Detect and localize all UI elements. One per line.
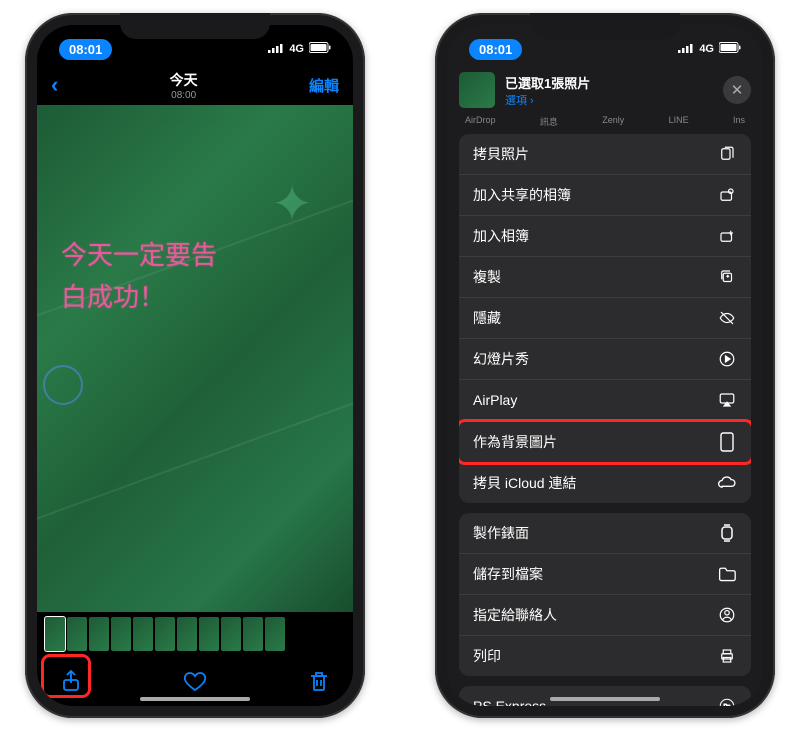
copy-photo-icon — [717, 144, 737, 164]
home-indicator[interactable] — [550, 697, 660, 701]
action-ps-express[interactable]: PS Express Ps — [459, 686, 751, 706]
action-icloud-link[interactable]: 拷貝 iCloud 連結 — [459, 463, 751, 503]
thumbnail[interactable] — [221, 617, 241, 651]
thumbnail-strip[interactable] — [37, 612, 353, 656]
nav-title: 今天 08:00 — [170, 70, 198, 101]
iphone-right: 08:01 4G 已選取1張照片 選項 › ✕ — [435, 13, 775, 718]
close-icon[interactable]: ✕ — [723, 76, 751, 104]
hide-icon — [717, 308, 737, 328]
battery-icon — [719, 42, 741, 56]
share-title: 已選取1張照片 — [505, 73, 713, 92]
thumbnail[interactable] — [45, 617, 65, 651]
network-label: 4G — [289, 43, 304, 55]
action-group-1: 拷貝照片 加入共享的相簿 加入相簿 複製 — [459, 134, 751, 503]
icloud-link-icon — [717, 473, 737, 493]
thumbnail[interactable] — [199, 617, 219, 651]
share-options-link[interactable]: 選項 › — [505, 92, 713, 108]
action-duplicate[interactable]: 複製 — [459, 257, 751, 298]
selected-photo-thumb — [459, 72, 495, 108]
chalk-star: ✦ — [271, 175, 313, 233]
watchface-icon — [717, 523, 737, 543]
action-slideshow[interactable]: 幻燈片秀 — [459, 339, 751, 380]
shared-album-icon — [717, 185, 737, 205]
wallpaper-icon — [717, 432, 737, 452]
action-shared-album[interactable]: 加入共享的相簿 — [459, 175, 751, 216]
print-icon — [717, 646, 737, 666]
action-save-files[interactable]: 儲存到檔案 — [459, 554, 751, 595]
photo-content[interactable]: ✦ 今天一定要告 白成功！ — [37, 105, 353, 612]
action-set-wallpaper[interactable]: 作為背景圖片 — [459, 419, 751, 465]
action-hide[interactable]: 隱藏 — [459, 298, 751, 339]
action-copy-photo[interactable]: 拷貝照片 — [459, 134, 751, 175]
thumbnail[interactable] — [177, 617, 197, 651]
trash-icon[interactable] — [307, 669, 331, 693]
action-assign-contact[interactable]: 指定給聯絡人 — [459, 595, 751, 636]
action-group-3: PS Express Ps — [459, 686, 751, 706]
app-zenly[interactable]: Zenly — [602, 115, 624, 128]
thumbnail[interactable] — [243, 617, 263, 651]
app-instagram[interactable]: Ins — [733, 115, 745, 128]
thumbnail[interactable] — [111, 617, 131, 651]
signal-icon — [678, 43, 694, 56]
favorite-icon[interactable] — [183, 669, 207, 693]
action-airplay[interactable]: AirPlay — [459, 380, 751, 421]
app-line[interactable]: LINE — [669, 115, 689, 128]
assign-contact-icon — [717, 605, 737, 625]
svg-text:Ps: Ps — [723, 704, 730, 706]
iphone-left: 08:01 4G ‹ 今天 08:00 編輯 ✦ — [25, 13, 365, 718]
photo-handwriting: 今天一定要告 白成功！ — [61, 235, 329, 318]
ps-express-icon: Ps — [717, 696, 737, 706]
network-label: 4G — [699, 43, 714, 55]
slideshow-icon — [717, 349, 737, 369]
chalk-smiley — [43, 365, 83, 405]
thumbnail[interactable] — [265, 617, 285, 651]
status-time: 08:01 — [469, 39, 522, 60]
edit-button[interactable]: 編輯 — [309, 75, 339, 96]
duplicate-icon — [717, 267, 737, 287]
app-airdrop[interactable]: AirDrop — [465, 115, 496, 128]
thumbnail[interactable] — [67, 617, 87, 651]
thumbnail[interactable] — [133, 617, 153, 651]
app-share-row: AirDrop 訊息 Zenly LINE Ins — [447, 115, 763, 134]
back-chevron-icon[interactable]: ‹ — [51, 72, 58, 98]
save-files-icon — [717, 564, 737, 584]
annotation-highlight-share — [41, 654, 91, 698]
home-indicator[interactable] — [140, 697, 250, 701]
add-album-icon — [717, 226, 737, 246]
action-add-album[interactable]: 加入相簿 — [459, 216, 751, 257]
app-messages[interactable]: 訊息 — [540, 115, 558, 128]
notch — [530, 13, 680, 39]
action-watchface[interactable]: 製作錶面 — [459, 513, 751, 554]
thumbnail[interactable] — [155, 617, 175, 651]
action-print[interactable]: 列印 — [459, 636, 751, 676]
status-time: 08:01 — [59, 39, 112, 60]
notch — [120, 13, 270, 39]
battery-icon — [309, 42, 331, 56]
thumbnail[interactable] — [89, 617, 109, 651]
airplay-icon — [717, 390, 737, 410]
action-group-2: 製作錶面 儲存到檔案 指定給聯絡人 列印 — [459, 513, 751, 676]
signal-icon — [268, 43, 284, 56]
